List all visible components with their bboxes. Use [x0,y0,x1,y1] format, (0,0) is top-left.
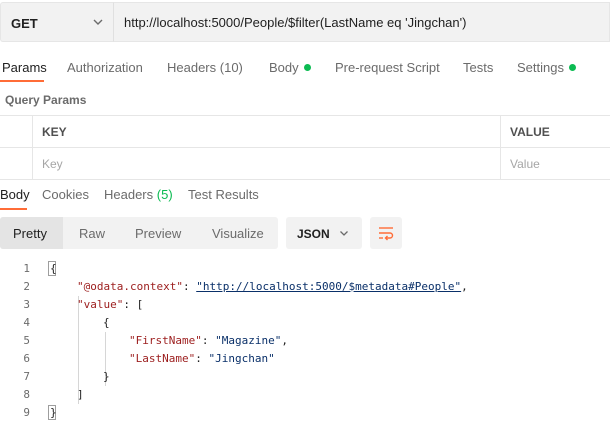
method-label: GET [11,16,38,31]
response-tab-cookies[interactable]: Cookies [42,187,89,202]
value-placeholder: Value [510,157,540,171]
checkbox-column-header [0,116,33,147]
table-header-row: KEY VALUE [0,116,610,148]
tab-params[interactable]: Params [2,60,47,75]
table-row: Key Value [0,148,610,180]
code-token: { [50,262,57,275]
json-key: "FirstName" [129,334,202,347]
code-line: 1 { [0,260,610,278]
chevron-down-icon [340,231,348,236]
line-number: 9 [23,406,30,419]
tab-settings[interactable]: Settings [517,60,576,75]
code-content: "FirstName": "Magazine", [129,334,288,347]
line-number: 5 [23,334,30,347]
tab-headers[interactable]: Headers (10) [167,60,243,75]
tab-tests[interactable]: Tests [463,60,493,75]
response-headers-count: (5) [156,187,173,202]
response-tab-test-results[interactable]: Test Results [188,187,259,202]
tab-authorization[interactable]: Authorization [67,60,143,75]
code-content: "LastName": "Jingchan" [129,352,275,365]
json-key: "@odata.context" [77,280,183,293]
view-mode-raw[interactable]: Raw [79,226,105,241]
format-select[interactable]: JSON [286,217,362,249]
row-checkbox[interactable] [0,148,33,179]
active-response-tab-indicator [0,208,27,210]
line-number: 2 [23,280,30,293]
line-number: 4 [23,316,30,329]
json-key: "LastName" [129,352,196,365]
response-tab-headers[interactable]: Headers (5) [104,187,173,202]
wrap-lines-button[interactable] [370,217,402,249]
view-mode-visualize[interactable]: Visualize [212,226,264,241]
response-tab-body[interactable]: Body [0,187,30,202]
url-bar: GET http://localhost:5000/People/$filter… [0,0,610,46]
line-number: 6 [23,352,30,365]
code-token: ] [77,388,84,401]
line-number: 1 [23,262,30,275]
code-line: 6 "LastName": "Jingchan" [0,350,610,368]
response-toolbar: Pretty Raw Preview Visualize JSON [0,217,610,251]
response-tabs: Body Cookies Headers (5) Test Results [0,180,610,212]
response-body-viewer[interactable]: 1 { 2 "@odata.context": "http://localhos… [0,260,610,430]
code-content: "@odata.context": "http://localhost:5000… [77,280,468,293]
code-line: 4 { [0,314,610,332]
query-params-title: Query Params [5,93,87,107]
key-column-header: KEY [33,116,501,147]
code-line: 5 "FirstName": "Magazine", [0,332,610,350]
key-input[interactable]: Key [33,148,501,179]
body-indicator-dot [303,64,311,71]
json-string-value: "Jingchan" [208,352,275,365]
code-token: [ [136,298,144,311]
code-content: "value": [ [77,298,144,311]
code-token: } [50,406,57,419]
value-input[interactable]: Value [501,148,610,179]
line-number: 7 [23,370,30,383]
tab-headers-label: Headers [167,60,217,75]
tab-body-label: Body [269,60,299,75]
format-label: JSON [297,227,330,241]
code-token: } [103,370,110,383]
line-number: 8 [23,388,30,401]
key-placeholder: Key [42,157,63,171]
chevron-down-icon [93,19,103,25]
wrap-lines-icon [379,227,394,241]
tab-pre-request-script[interactable]: Pre-request Script [335,60,440,75]
line-number: 3 [23,298,30,311]
tab-settings-label: Settings [517,60,564,75]
method-select[interactable]: GET [0,2,113,42]
code-token: { [103,316,110,329]
json-link-value[interactable]: "http://localhost:5000/$metadata#People" [196,280,461,293]
active-tab-indicator [0,80,44,82]
code-line: 8 ] [0,386,610,404]
request-tabs: Params Authorization Headers (10) Body P… [0,52,610,82]
settings-indicator-dot [568,64,576,71]
view-mode-preview[interactable]: Preview [135,226,181,241]
code-line: 7 } [0,368,610,386]
value-column-header: VALUE [501,116,610,147]
response-headers-label: Headers [104,187,154,202]
value-header-label: VALUE [510,125,550,139]
json-string-value: "Magazine" [215,334,282,347]
json-key: "value" [77,298,124,311]
code-line: 9 } [0,404,610,422]
key-header-label: KEY [42,125,67,139]
tab-body[interactable]: Body [269,60,311,75]
view-mode-segmented-control: Pretty Raw Preview Visualize [0,217,278,249]
view-mode-pretty[interactable]: Pretty [13,226,47,241]
url-input[interactable]: http://localhost:5000/People/$filter(Las… [113,2,610,42]
code-line: 3 "value": [ [0,296,610,314]
query-params-table: KEY VALUE Key Value [0,115,610,180]
url-text: http://localhost:5000/People/$filter(Las… [124,15,467,30]
tab-headers-count: (10) [219,60,243,75]
code-line: 2 "@odata.context": "http://localhost:50… [0,278,610,296]
